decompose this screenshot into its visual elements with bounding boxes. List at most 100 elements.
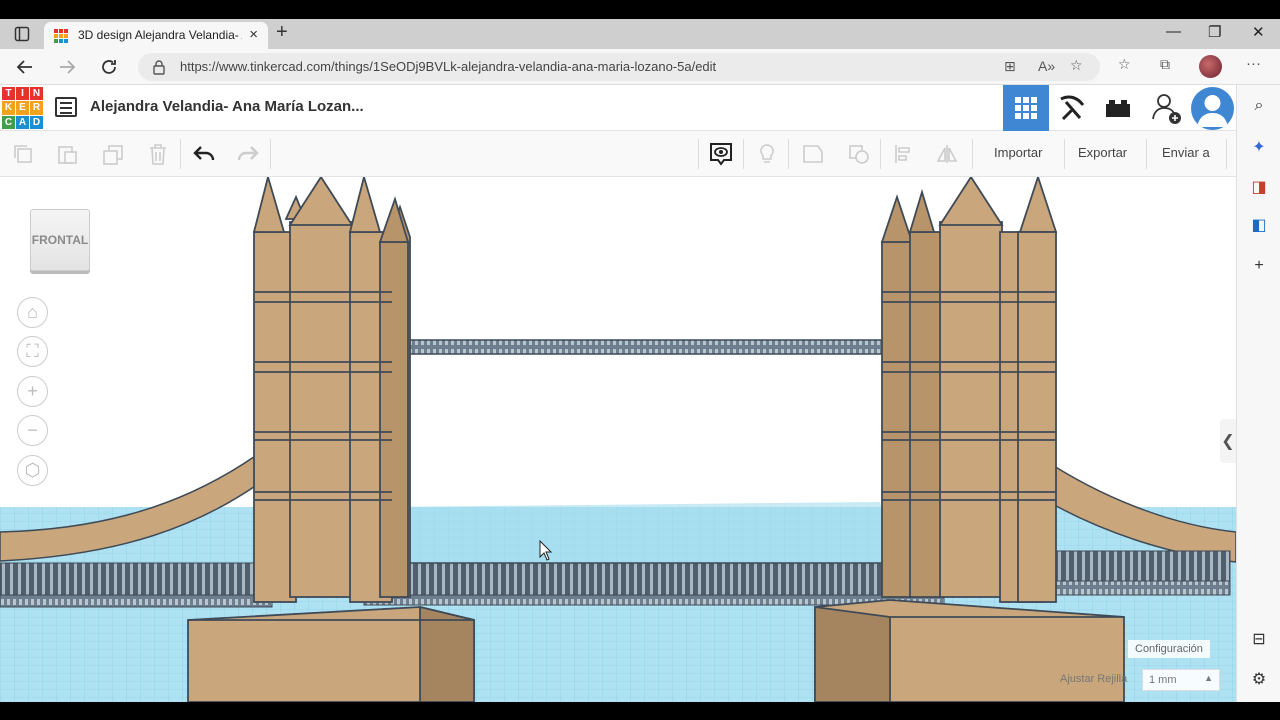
lock-icon[interactable] <box>152 59 166 75</box>
tab-title: 3D design Alejandra Velandia- A <box>78 28 242 42</box>
snap-grid-value: 1 mm <box>1149 674 1177 686</box>
invite-user-button[interactable] <box>1143 85 1189 131</box>
light-bulb-icon[interactable] <box>756 143 778 165</box>
logo-letter: K <box>2 101 15 115</box>
app-available-icon[interactable]: ⊞ <box>1004 58 1016 75</box>
bricks-button[interactable] <box>1095 85 1141 131</box>
address-bar[interactable]: https://www.tinkercad.com/things/1SeODj9… <box>138 53 1100 81</box>
toolbar-separator <box>1226 139 1227 169</box>
ungroup-icon[interactable] <box>848 143 870 165</box>
user-silhouette-icon <box>1197 95 1228 127</box>
screen-top-band <box>0 0 1280 19</box>
paste-icon[interactable] <box>56 143 78 165</box>
design-title[interactable]: Alejandra Velandia- Ana María Lozan... <box>90 98 364 115</box>
grid-icon <box>1015 97 1037 119</box>
outlook-icon[interactable]: ◧ <box>1237 215 1280 235</box>
collections-icon[interactable]: ⧉ <box>1160 56 1170 73</box>
delete-icon[interactable] <box>147 143 169 165</box>
sidebar-toggle-icon[interactable]: ⊟ <box>1237 629 1280 649</box>
logo-letter: N <box>30 87 43 101</box>
tinkercad-header: T I N K E R C A D Alejandra Velandia- An… <box>0 85 1236 131</box>
home-view-button[interactable]: ⌂ <box>17 297 48 328</box>
send-to-button[interactable]: Enviar a <box>1162 145 1210 160</box>
zoom-in-button[interactable]: + <box>17 376 48 407</box>
pickaxe-icon <box>1060 95 1085 121</box>
central-bascule-deck <box>366 562 942 598</box>
toolbar-separator <box>743 139 744 169</box>
snap-grid-select[interactable]: 1 mm ▲ <box>1142 669 1220 691</box>
toolbar-separator <box>270 139 271 169</box>
search-icon[interactable]: ⌕ <box>1237 97 1280 115</box>
add-user-icon <box>1152 94 1181 124</box>
right-pier <box>814 599 1125 702</box>
logo-letter: A <box>16 115 29 129</box>
add-sidebar-icon[interactable]: + <box>1237 257 1280 275</box>
perspective-toggle-button[interactable]: ⬡ <box>17 455 48 486</box>
minimize-button[interactable]: — <box>1166 23 1181 40</box>
copy-icon[interactable] <box>12 143 34 165</box>
tab-actions-icon[interactable] <box>14 26 30 42</box>
upper-walkway <box>387 339 923 355</box>
notes-visibility-icon[interactable] <box>708 141 734 167</box>
design-list-icon[interactable] <box>55 97 77 117</box>
restore-button[interactable]: ❐ <box>1208 23 1221 41</box>
left-side-deck <box>0 562 273 598</box>
new-tab-button[interactable]: + <box>276 21 288 44</box>
more-menu-icon[interactable]: ··· <box>1246 55 1261 72</box>
close-window-button[interactable]: ✕ <box>1252 23 1265 41</box>
refresh-icon[interactable] <box>100 58 118 76</box>
settings-gear-icon[interactable]: ⚙ <box>1237 669 1280 689</box>
brick-icon <box>1106 100 1130 117</box>
browser-tab-active[interactable]: 3D design Alejandra Velandia- A × <box>44 22 268 49</box>
tinkercad-favicon-icon <box>54 29 68 43</box>
toolbar-separator <box>180 139 181 169</box>
tower-bridge-model[interactable] <box>0 177 1236 702</box>
tab-close-icon[interactable]: × <box>249 26 258 43</box>
logo-letter: R <box>30 101 43 115</box>
back-arrow-icon[interactable] <box>16 58 34 76</box>
zoom-out-button[interactable]: − <box>17 415 48 446</box>
toolbar-separator <box>788 139 789 169</box>
export-button[interactable]: Exportar <box>1078 145 1127 160</box>
3d-workspace[interactable]: FRONTAL ⌂ ⛶ + − ⬡ ❮ Configuración Ajusta… <box>0 177 1236 702</box>
3d-view-button[interactable] <box>1003 85 1049 131</box>
logo-letter: I <box>16 87 29 101</box>
group-icon[interactable] <box>802 143 824 165</box>
logo-letter: E <box>16 101 29 115</box>
logo-letter: D <box>30 115 43 129</box>
user-avatar[interactable] <box>1191 87 1234 130</box>
right-side-deck <box>1033 550 1231 582</box>
duplicate-icon[interactable] <box>102 143 124 165</box>
toolbar-separator <box>698 139 699 169</box>
toolbar-separator <box>972 139 973 169</box>
snap-grid-label: Ajustar Rejilla <box>1060 673 1128 685</box>
profile-avatar[interactable] <box>1199 55 1222 78</box>
office-icon[interactable]: ◨ <box>1237 177 1280 197</box>
blocks-button[interactable] <box>1049 85 1095 131</box>
toolbar-separator <box>1064 139 1065 169</box>
add-favorite-icon[interactable]: ☆ <box>1070 57 1083 74</box>
align-icon[interactable] <box>893 143 915 165</box>
editor-toolbar: Importar Exportar Enviar a <box>0 131 1236 177</box>
caret-up-icon: ▲ <box>1204 673 1213 683</box>
mirror-icon[interactable] <box>936 143 958 165</box>
settings-button[interactable]: Configuración <box>1128 640 1210 658</box>
browser-address-row: https://www.tinkercad.com/things/1SeODj9… <box>0 49 1280 85</box>
shapes-panel-toggle[interactable]: ❮ <box>1220 419 1236 463</box>
fit-view-button[interactable]: ⛶ <box>17 336 48 367</box>
view-cube[interactable]: FRONTAL <box>30 209 90 271</box>
left-pier <box>187 605 475 702</box>
edge-sidebar: ⌕ ✦ ◨ ◧ + ⊟ ⚙ <box>1236 85 1280 702</box>
read-aloud-icon[interactable]: A» <box>1038 58 1055 74</box>
right-tower <box>880 177 1058 603</box>
screen-bottom-band <box>0 702 1280 720</box>
redo-icon[interactable] <box>237 143 259 165</box>
discover-icon[interactable]: ✦ <box>1237 137 1280 157</box>
favorites-icon[interactable]: ☆ <box>1118 56 1131 73</box>
import-button[interactable]: Importar <box>994 145 1042 160</box>
tinkercad-logo[interactable]: T I N K E R C A D <box>2 87 43 129</box>
undo-icon[interactable] <box>193 143 215 165</box>
forward-arrow-icon[interactable] <box>58 58 76 76</box>
toolbar-separator <box>880 139 881 169</box>
logo-letter: C <box>2 115 15 129</box>
